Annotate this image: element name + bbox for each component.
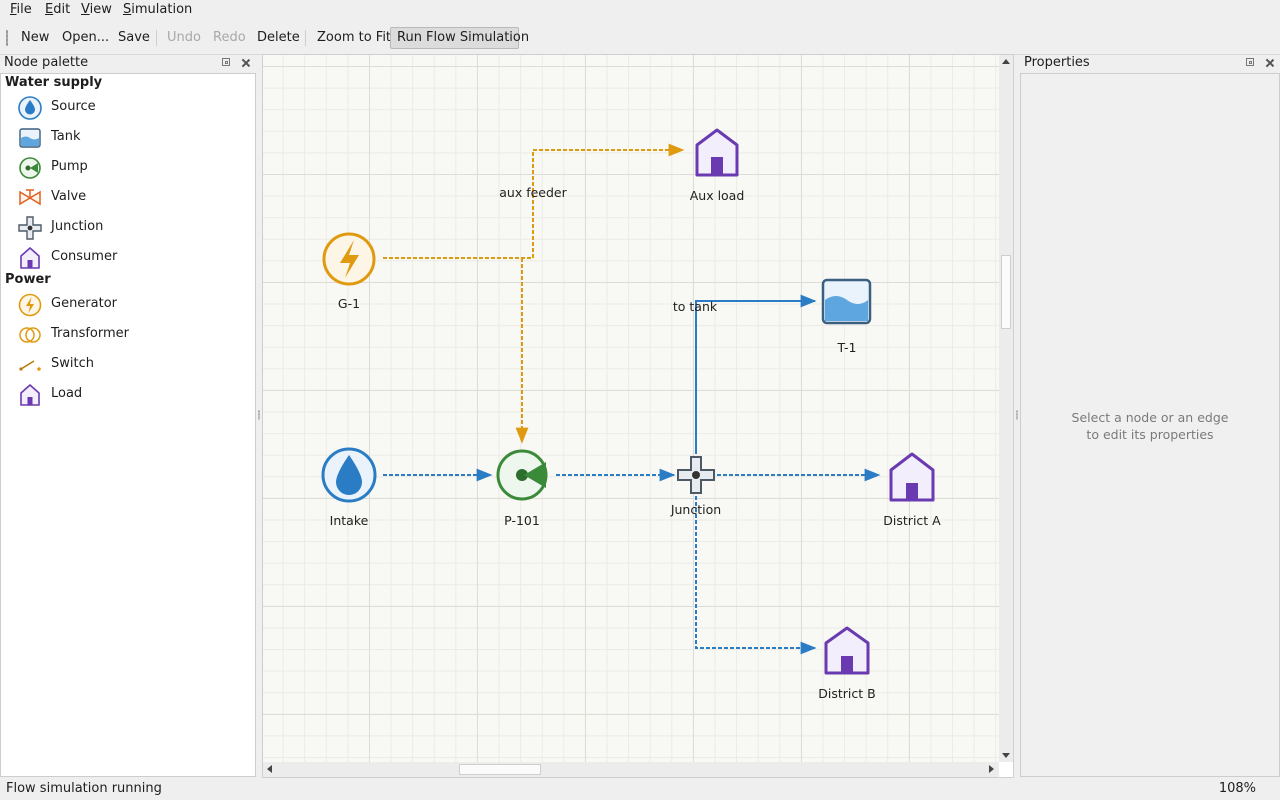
node-label-junction: Junction [670, 502, 722, 517]
water-drop-icon [18, 96, 42, 120]
close-icon[interactable] [241, 58, 251, 68]
palette-splitter[interactable] [258, 410, 260, 420]
properties-splitter[interactable] [1016, 410, 1018, 420]
edge-g1-aux-load[interactable] [383, 143, 685, 259]
zoom-level: 108% [1218, 781, 1256, 796]
toolbar-grip[interactable] [6, 30, 8, 46]
palette-item-label: Source [51, 99, 96, 114]
menu-view[interactable]: View [80, 2, 113, 17]
properties-title: Properties [1024, 55, 1090, 70]
menu-simulation[interactable]: Simulation [122, 2, 193, 17]
node-t1[interactable] [821, 278, 872, 325]
node-p101[interactable] [496, 449, 548, 501]
float-icon[interactable] [222, 58, 232, 68]
diagram-svg [321, 128, 935, 675]
properties-panel: Select a node or an edge to edit its pro… [1020, 73, 1280, 777]
junction-icon [18, 216, 42, 240]
node-label-district-a: District A [883, 513, 941, 528]
zoom-to-fit-button[interactable]: Zoom to Fit [311, 27, 397, 49]
edge-junction-district-b[interactable] [695, 496, 817, 655]
scroll-left-icon[interactable] [267, 765, 272, 773]
palette-item-label: Load [51, 386, 83, 401]
properties-hint-line2: to edit its properties [1086, 427, 1214, 442]
node-label-p101: P-101 [504, 513, 540, 528]
lightning-icon [18, 293, 42, 317]
scroll-down-icon[interactable] [1002, 753, 1010, 758]
node-junction[interactable] [677, 456, 715, 494]
scroll-right-icon[interactable] [989, 765, 994, 773]
toolbar-separator [305, 30, 306, 46]
node-label-intake: Intake [329, 513, 369, 528]
node-label-district-b: District B [818, 686, 876, 701]
switch-icon [19, 360, 41, 371]
palette-item-label: Generator [51, 296, 118, 311]
palette-item-label: Tank [51, 129, 81, 144]
delete-button[interactable]: Delete [251, 27, 306, 49]
palette-item-label: Valve [51, 189, 87, 204]
vertical-scroll-thumb[interactable] [1001, 255, 1011, 329]
category-power: Power [5, 272, 51, 287]
palette-item-junction[interactable]: Junction [17, 213, 253, 241]
horizontal-scrollbar[interactable] [263, 762, 999, 777]
status-bar: Flow simulation running 108% [0, 779, 1280, 800]
node-district-a[interactable] [889, 452, 935, 502]
palette-item-load[interactable]: Load [17, 380, 253, 408]
scroll-up-icon[interactable] [1002, 59, 1010, 64]
palette-item-generator[interactable]: Generator [17, 290, 253, 318]
node-intake[interactable] [321, 447, 377, 503]
palette-item-label: Junction [51, 219, 104, 234]
tank-icon [19, 128, 41, 148]
palette-item-valve[interactable]: Valve [17, 183, 253, 211]
palette-item-label: Switch [51, 356, 94, 371]
palette-item-pump[interactable]: Pump [17, 153, 253, 181]
edge-label-aux-feeder: aux feeder [499, 185, 567, 200]
node-district-b[interactable] [824, 626, 870, 675]
vertical-scrollbar[interactable] [999, 55, 1013, 762]
palette-item-label: Transformer [51, 326, 130, 341]
undo-button[interactable]: Undo [161, 27, 207, 49]
palette-item-label: Pump [51, 159, 88, 174]
palette-item-consumer[interactable]: Consumer [17, 243, 253, 271]
redo-button[interactable]: Redo [207, 27, 252, 49]
house-icon [20, 247, 40, 269]
node-label-t1: T-1 [837, 340, 857, 355]
node-g1[interactable] [322, 232, 376, 286]
palette-title: Node palette [4, 55, 89, 70]
open-button[interactable]: Open... [56, 27, 115, 49]
new-button[interactable]: New [15, 27, 55, 49]
menu-edit[interactable]: Edit [44, 2, 71, 17]
status-message: Flow simulation running [6, 781, 162, 796]
toolbar-separator [156, 30, 157, 46]
palette-item-transformer[interactable]: Transformer [17, 320, 253, 348]
palette-item-tank[interactable]: Tank [17, 123, 253, 151]
house-icon [20, 384, 40, 406]
float-icon[interactable] [1246, 58, 1256, 68]
save-button[interactable]: Save [112, 27, 156, 49]
close-icon[interactable] [1265, 58, 1275, 68]
category-water-supply: Water supply [5, 75, 103, 90]
run-flow-simulation-button[interactable]: Run Flow Simulation [390, 27, 529, 49]
node-label-g1: G-1 [337, 296, 361, 311]
diagram-canvas[interactable]: G-1 Aux load T-1 Intake P-101 Junction D… [263, 55, 999, 762]
palette-item-source[interactable]: Source [17, 93, 253, 121]
properties-hint-line1: Select a node or an edge [1071, 410, 1229, 425]
node-label-aux-load: Aux load [689, 188, 745, 203]
edge-label-to-tank: to tank [672, 299, 718, 314]
valve-icon [19, 189, 41, 206]
node-palette: Water supply Source Tank Pump Valve Junc… [0, 73, 256, 777]
pump-icon [19, 157, 41, 179]
palette-item-switch[interactable]: Switch [17, 350, 253, 378]
properties-hint: Select a node or an edge to edit its pro… [1021, 409, 1279, 443]
menu-bar: File Edit View Simulation [0, 0, 1280, 22]
menu-file[interactable]: File [9, 2, 33, 17]
node-aux-load[interactable] [695, 128, 739, 177]
transformer-icon [19, 327, 41, 343]
toolbar: New Open... Save Undo Redo Delete Zoom t… [0, 22, 1280, 55]
edge-junction-t1[interactable] [695, 294, 817, 454]
palette-item-label: Consumer [51, 249, 118, 264]
horizontal-scroll-thumb[interactable] [459, 764, 541, 775]
